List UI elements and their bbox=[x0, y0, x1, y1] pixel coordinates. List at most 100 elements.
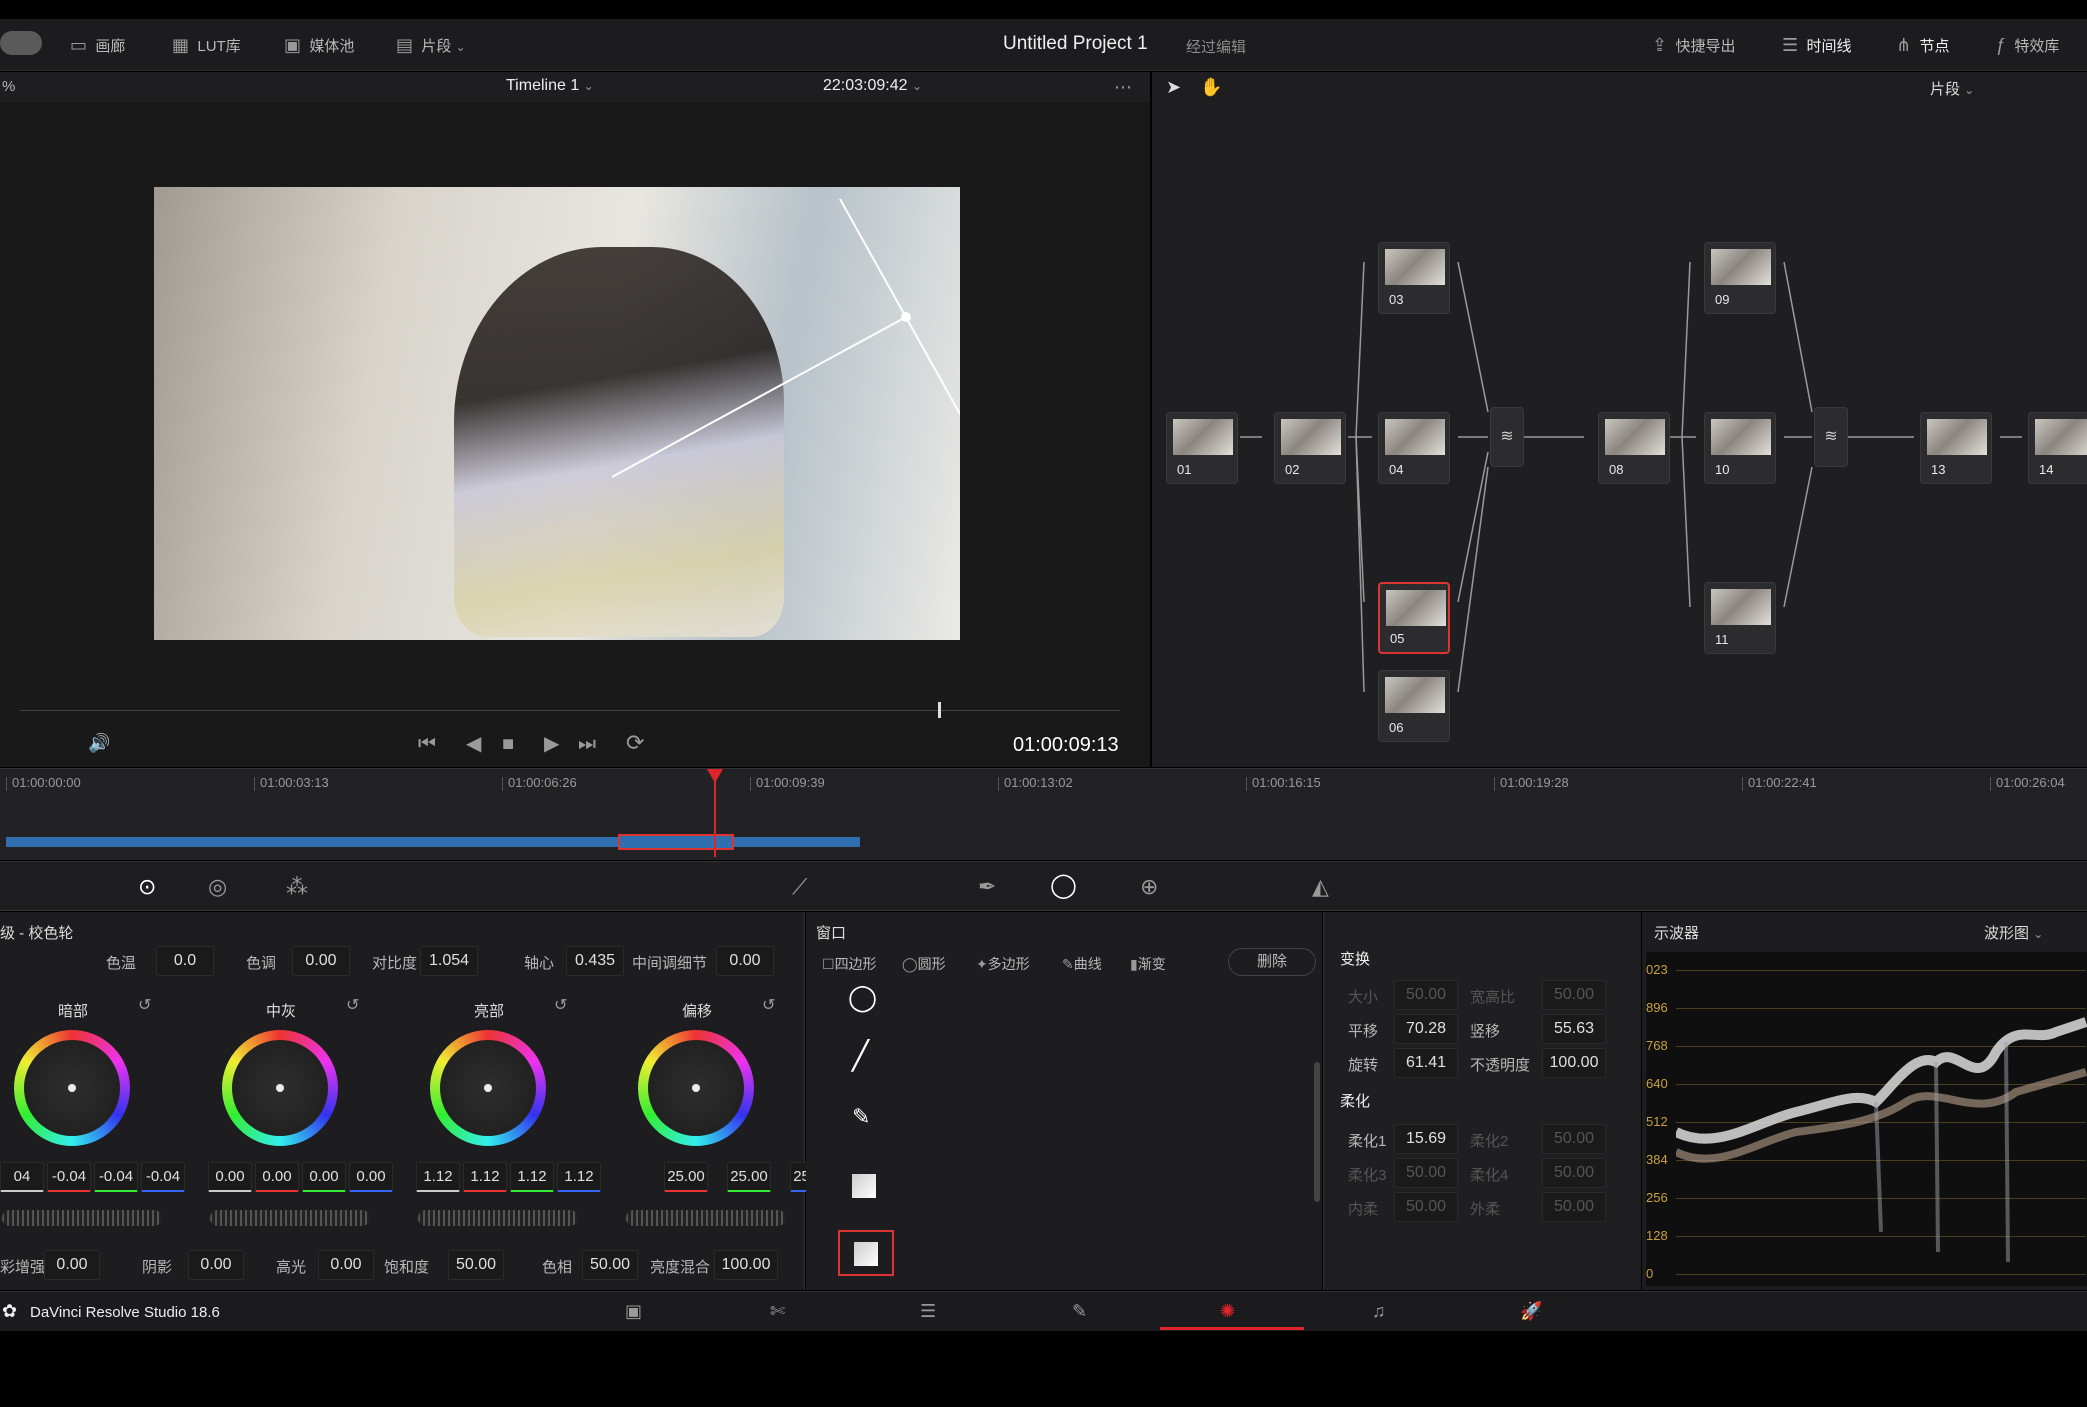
color-page-icon[interactable]: ✺ bbox=[1220, 1302, 1235, 1320]
layer-mixer-node[interactable]: ≋ bbox=[1490, 407, 1524, 467]
scope-mode-dropdown[interactable]: 波形图 ⌄ bbox=[1984, 922, 2043, 943]
wheel-value[interactable]: 1.12 bbox=[416, 1162, 460, 1192]
primaries-wheels-icon[interactable]: ⊙ bbox=[138, 876, 156, 898]
quick-export-button[interactable]: ⇪ 快捷导出 bbox=[1652, 35, 1735, 56]
edit-page-icon[interactable]: ☰ bbox=[920, 1302, 936, 1320]
node-01[interactable]: 01 bbox=[1166, 412, 1238, 484]
transform-value[interactable]: 50.00 bbox=[1542, 980, 1606, 1010]
blur-icon[interactable]: ◭ bbox=[1312, 876, 1329, 898]
qualifier-icon[interactable]: ✒ bbox=[978, 876, 996, 898]
node-05[interactable]: 05 bbox=[1378, 582, 1450, 654]
selected-clip[interactable] bbox=[618, 834, 734, 850]
transform-value[interactable]: 100.00 bbox=[1542, 1048, 1606, 1078]
node-11[interactable]: 11 bbox=[1704, 582, 1776, 654]
nodes-button[interactable]: ⋔ 节点 bbox=[1896, 35, 1949, 56]
scrubber-track[interactable] bbox=[20, 710, 1120, 711]
param-value[interactable]: 0.00 bbox=[292, 946, 350, 976]
param-value[interactable]: 50.00 bbox=[582, 1250, 638, 1280]
window-shape-button[interactable]: ▮ 渐变 bbox=[1130, 954, 1166, 974]
timeline-name-dropdown[interactable]: Timeline 1 ⌄ bbox=[506, 77, 594, 95]
node-10[interactable]: 10 bbox=[1704, 412, 1776, 484]
node-02[interactable]: 02 bbox=[1274, 412, 1346, 484]
hand-icon[interactable]: ✋ bbox=[1200, 78, 1222, 96]
gradient-window-icon[interactable] bbox=[852, 1174, 876, 1198]
menu-gallery[interactable]: ▭ 画廊 bbox=[70, 35, 125, 56]
wheel-value[interactable]: 0.00 bbox=[255, 1162, 299, 1192]
wheel-handle[interactable] bbox=[276, 1084, 284, 1092]
wheel-value[interactable]: 25.00 bbox=[664, 1162, 708, 1192]
color-wheel[interactable] bbox=[222, 1030, 338, 1146]
transform-value[interactable]: 55.63 bbox=[1542, 1014, 1606, 1044]
color-wheel[interactable] bbox=[14, 1030, 130, 1146]
wheel-value[interactable]: 25.00 bbox=[727, 1162, 771, 1192]
wheel-value[interactable]: 0.00 bbox=[208, 1162, 252, 1192]
node-09[interactable]: 09 bbox=[1704, 242, 1776, 314]
master-wheel-slider[interactable] bbox=[418, 1210, 578, 1226]
transform-value[interactable]: 50.00 bbox=[1542, 1124, 1606, 1154]
color-wheel[interactable] bbox=[430, 1030, 546, 1146]
master-wheel-slider[interactable] bbox=[2, 1210, 162, 1226]
window-overlay[interactable] bbox=[154, 187, 960, 640]
node-14[interactable]: 14 bbox=[2028, 412, 2087, 484]
viewer-image[interactable] bbox=[154, 187, 960, 640]
wheel-value[interactable]: 1.12 bbox=[463, 1162, 507, 1192]
skip-start-icon[interactable]: ⏮ bbox=[418, 734, 436, 754]
transform-value[interactable]: 61.41 bbox=[1394, 1048, 1458, 1078]
transform-value[interactable]: 70.28 bbox=[1394, 1014, 1458, 1044]
window-list[interactable]: ◯ ╱ ✎ bbox=[812, 984, 1308, 1284]
linear-window-icon[interactable]: ╱ bbox=[852, 1042, 869, 1070]
tracker-icon[interactable]: ⊕ bbox=[1140, 876, 1158, 898]
window-shape-button[interactable]: ✎ 曲线 bbox=[1062, 954, 1102, 974]
transform-value[interactable]: 50.00 bbox=[1394, 1192, 1458, 1222]
transform-value[interactable]: 50.00 bbox=[1394, 1158, 1458, 1188]
cut-page-icon[interactable]: ✄ bbox=[770, 1302, 785, 1320]
param-value[interactable]: 0.0 bbox=[156, 946, 214, 976]
speaker-icon[interactable]: 🔊 bbox=[88, 734, 110, 752]
wheel-value[interactable]: 0.00 bbox=[349, 1162, 393, 1192]
wheel-value[interactable]: -0.04 bbox=[47, 1162, 91, 1192]
gradient-window-selected[interactable] bbox=[838, 1230, 894, 1276]
circle-window-icon[interactable]: ◯ bbox=[848, 984, 877, 1010]
layer-mixer-node-2[interactable]: ≋ bbox=[1814, 407, 1848, 467]
transform-value[interactable]: 15.69 bbox=[1394, 1124, 1458, 1154]
transform-value[interactable]: 50.00 bbox=[1542, 1158, 1606, 1188]
wheel-value[interactable]: 1.12 bbox=[557, 1162, 601, 1192]
param-value[interactable]: 50.00 bbox=[448, 1250, 504, 1280]
timeline-button[interactable]: ☰ 时间线 bbox=[1782, 35, 1852, 56]
wheel-value[interactable]: 1.12 bbox=[510, 1162, 554, 1192]
source-timecode[interactable]: 22:03:09:42 ⌄ bbox=[823, 77, 922, 95]
reset-icon[interactable]: ↺ bbox=[138, 998, 151, 1014]
param-value[interactable]: 0.435 bbox=[566, 946, 624, 976]
node-08[interactable]: 08 bbox=[1598, 412, 1670, 484]
fusion-page-icon[interactable]: ✎ bbox=[1072, 1302, 1087, 1320]
master-wheel-slider[interactable] bbox=[626, 1210, 786, 1226]
delete-button[interactable]: 删除 bbox=[1228, 948, 1316, 976]
window-shape-button[interactable]: ◯ 圆形 bbox=[902, 954, 946, 974]
wheel-handle[interactable] bbox=[68, 1084, 76, 1092]
playhead-marker[interactable] bbox=[707, 769, 723, 783]
wheel-value[interactable]: -0.04 bbox=[141, 1162, 185, 1192]
transform-value[interactable]: 50.00 bbox=[1394, 980, 1458, 1010]
node-06[interactable]: 06 bbox=[1378, 670, 1450, 742]
window-tool-icon[interactable]: ◯ bbox=[1050, 874, 1077, 898]
param-value[interactable]: 0.00 bbox=[44, 1250, 100, 1280]
menu-media-pool[interactable]: ▣ 媒体池 bbox=[284, 35, 354, 56]
menu-clips[interactable]: ▤ 片段 ⌄ bbox=[396, 35, 466, 56]
fairlight-page-icon[interactable]: ♫ bbox=[1372, 1302, 1386, 1320]
hdr-icon[interactable]: ◎ bbox=[208, 876, 227, 898]
loop-icon[interactable]: ⟳ bbox=[626, 732, 644, 754]
node-graph[interactable]: 01 02 03 04 05 06 ≋ 08 09 10 11 ≋ 13 14 bbox=[1152, 102, 2087, 767]
node-13[interactable]: 13 bbox=[1920, 412, 1992, 484]
zoom-dropdown[interactable]: % bbox=[2, 78, 15, 95]
param-value[interactable]: 0.00 bbox=[318, 1250, 374, 1280]
wheel-handle[interactable] bbox=[484, 1084, 492, 1092]
workspace-toggle[interactable] bbox=[0, 31, 42, 55]
play-icon[interactable]: ▶ bbox=[544, 734, 559, 754]
wheel-value[interactable]: 04 bbox=[0, 1162, 44, 1192]
param-value[interactable]: 100.00 bbox=[714, 1250, 778, 1280]
master-wheel-slider[interactable] bbox=[210, 1210, 370, 1226]
reset-icon[interactable]: ↺ bbox=[346, 998, 359, 1014]
step-back-icon[interactable]: ◀ bbox=[466, 734, 481, 754]
param-value[interactable]: 0.00 bbox=[716, 946, 774, 976]
reset-icon[interactable]: ↺ bbox=[554, 998, 567, 1014]
